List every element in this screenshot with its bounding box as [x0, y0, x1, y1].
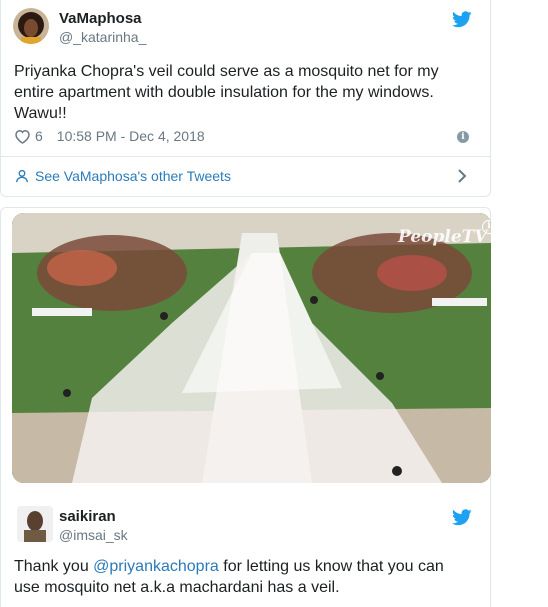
embedded-tweet-2: PeopleTV i saikiran @imsai_sk Thank you …: [0, 207, 491, 607]
display-name[interactable]: saikiran: [59, 508, 116, 525]
divider: [1, 156, 491, 157]
tweet-meta: 6 10:58 PM - Dec 4, 2018: [14, 128, 205, 144]
tweet-text: Thank you @priyankachopra for letting us…: [14, 556, 464, 598]
see-other-tweets-label[interactable]: See VaMaphosa's other Tweets: [35, 168, 231, 184]
user-handle[interactable]: @imsai_sk: [59, 527, 128, 543]
person-icon: [16, 169, 28, 183]
embedded-tweet-1: VaMaphosa @_katarinha_ Priyanka Chopra's…: [0, 0, 491, 197]
twitter-bird-icon[interactable]: [452, 509, 472, 526]
timestamp[interactable]: 10:58 PM - Dec 4, 2018: [57, 128, 205, 144]
like-count[interactable]: 6: [35, 128, 43, 144]
user-handle[interactable]: @_katarinha_: [59, 29, 146, 45]
display-name[interactable]: VaMaphosa: [59, 10, 142, 27]
info-icon[interactable]: i: [457, 131, 469, 143]
wedding-photo[interactable]: PeopleTV i: [12, 213, 491, 483]
tweet-text-part: Thank you: [14, 558, 94, 575]
avatar[interactable]: [17, 506, 53, 542]
twitter-bird-icon[interactable]: [452, 11, 472, 28]
avatar[interactable]: [13, 8, 49, 44]
info-icon[interactable]: i: [482, 220, 491, 234]
heart-icon[interactable]: [14, 129, 31, 144]
chevron-right-icon[interactable]: [457, 168, 467, 184]
mention-link[interactable]: @priyankachopra: [93, 558, 219, 575]
peopletv-watermark: PeopleTV: [398, 227, 488, 247]
tweet-text: Priyanka Chopra's veil could serve as a …: [14, 63, 439, 122]
see-other-tweets-link[interactable]: See VaMaphosa's other Tweets: [15, 168, 231, 184]
wedding-photo-illustration: [12, 213, 491, 483]
